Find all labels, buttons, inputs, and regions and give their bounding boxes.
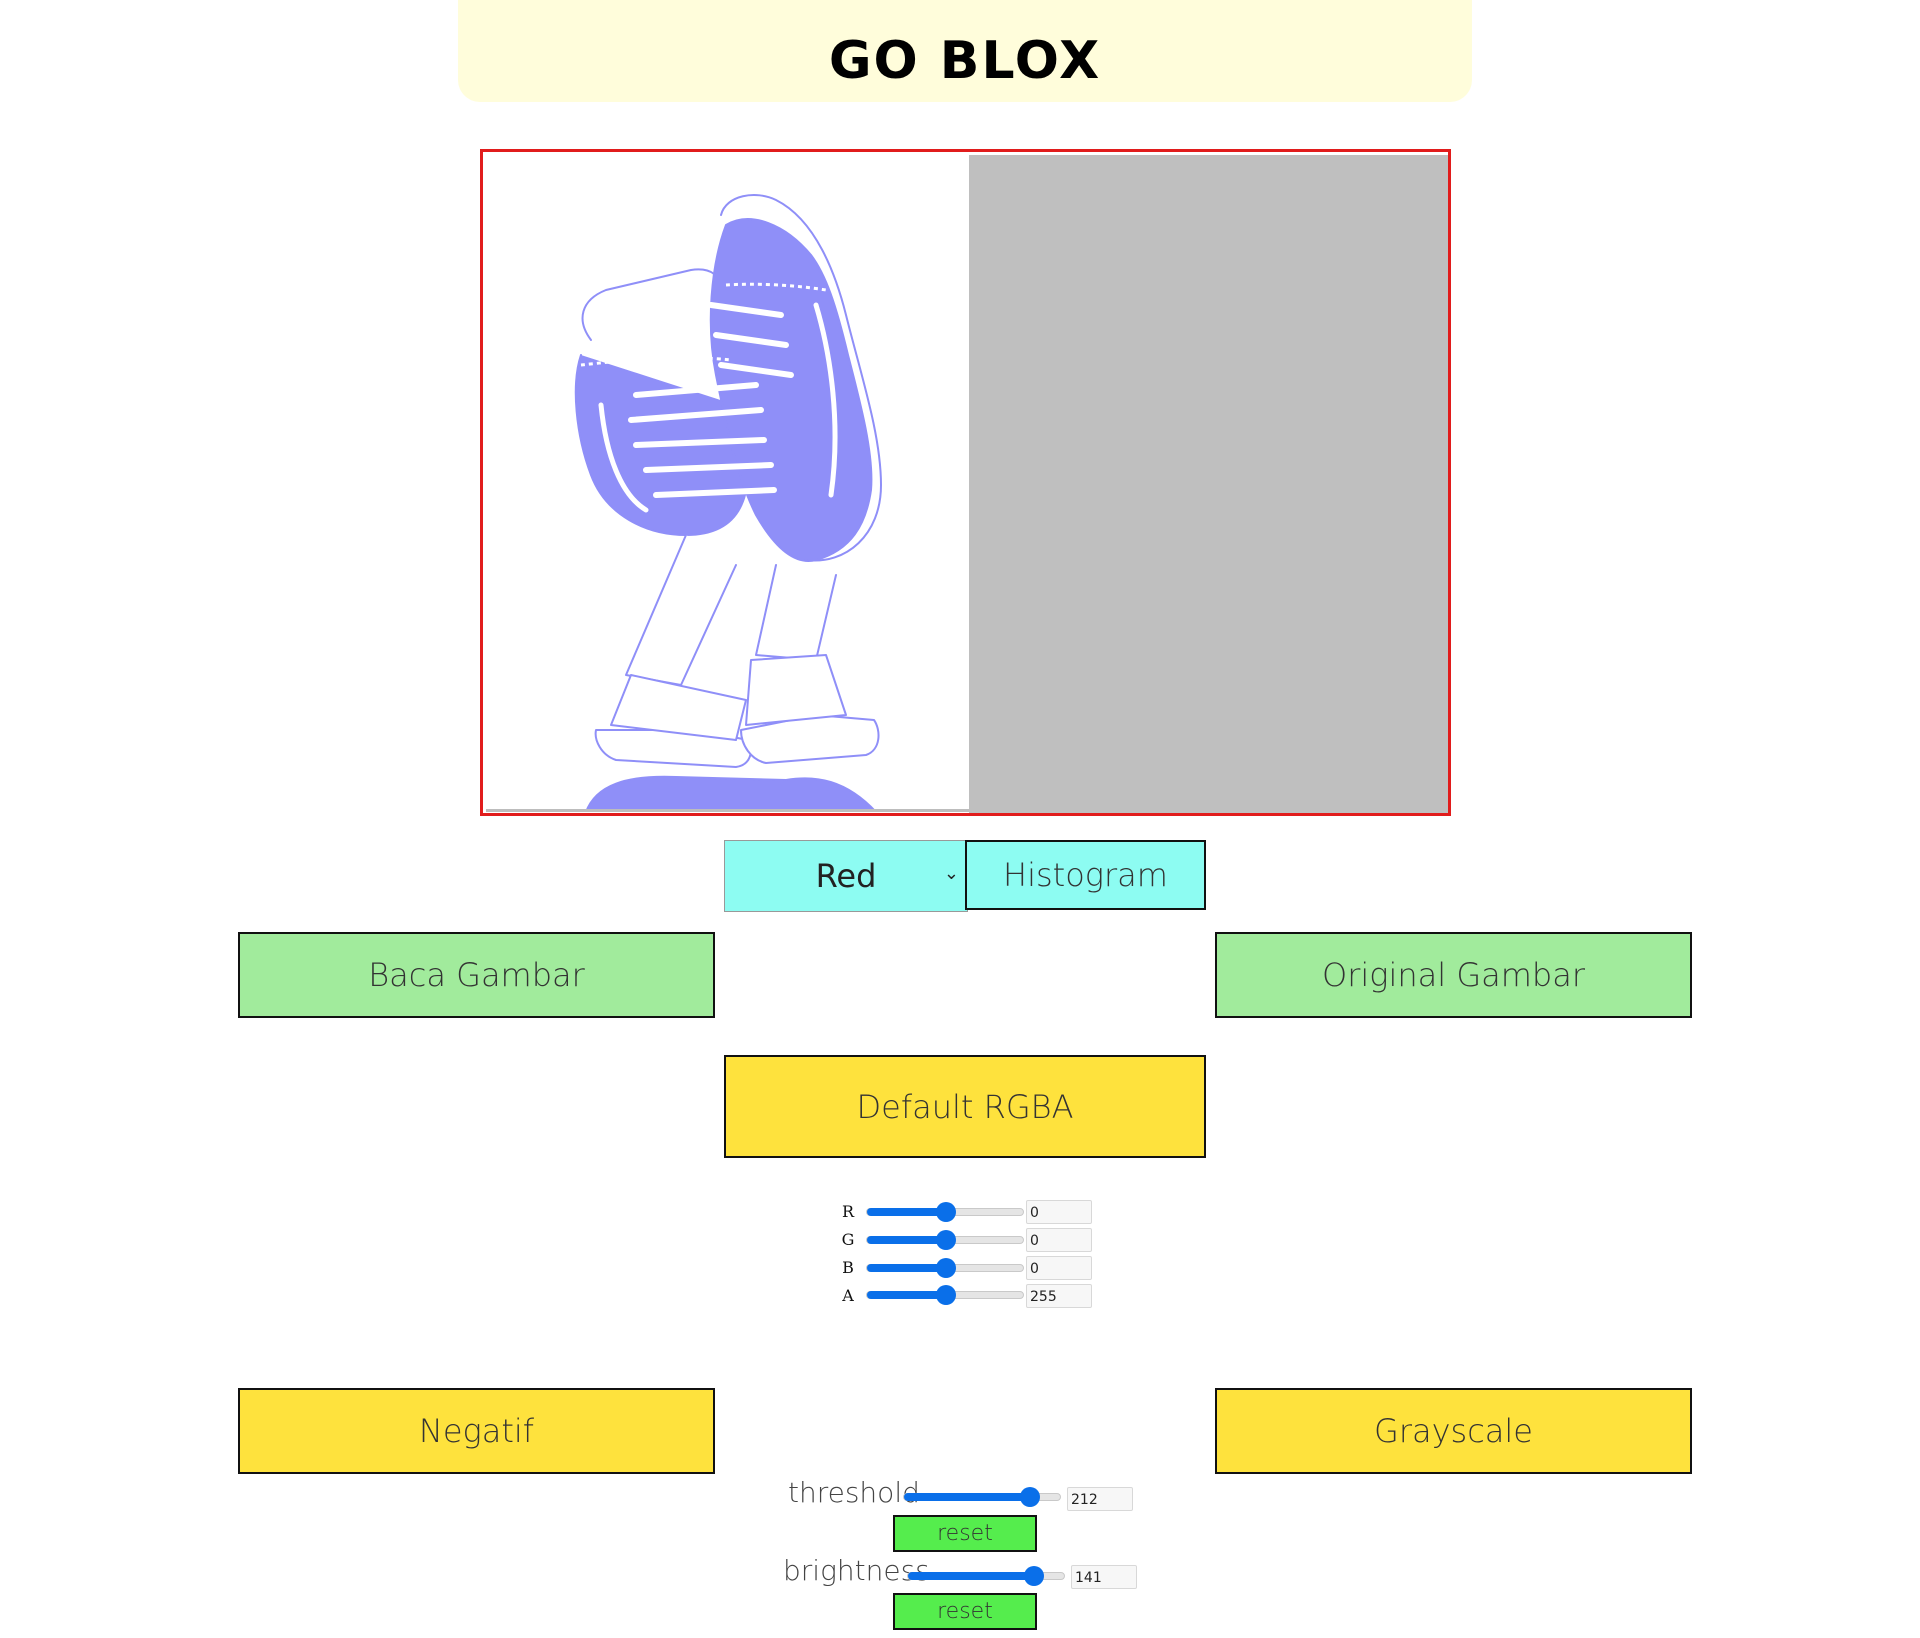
threshold-label: threshold (788, 1476, 920, 1509)
threshold-slider-fill (904, 1493, 1031, 1501)
brightness-value-input[interactable]: 141 (1071, 1565, 1137, 1589)
g-label: G (841, 1230, 855, 1249)
negatif-button[interactable]: Negatif (238, 1388, 715, 1474)
a-value-input[interactable]: 255 (1026, 1284, 1092, 1308)
rgba-slider-group: R 0 G 0 B 0 A 255 (838, 1196, 1098, 1308)
r-label: R (841, 1202, 855, 1221)
a-label: A (842, 1286, 854, 1305)
g-slider[interactable] (866, 1230, 1024, 1250)
original-image-canvas (486, 155, 969, 812)
threshold-slider[interactable] (903, 1487, 1061, 1507)
page-title: GO BLOX (828, 31, 1102, 91)
canvas-divider (486, 809, 969, 812)
threshold-slider-thumb[interactable] (1020, 1487, 1041, 1507)
g-slider-thumb[interactable] (936, 1230, 956, 1250)
shoes-illustration (574, 194, 882, 812)
a-slider[interactable] (866, 1285, 1024, 1305)
brightness-slider[interactable] (907, 1566, 1065, 1586)
brightness-label: brightness (783, 1554, 930, 1587)
channel-select-value: Red (815, 857, 877, 895)
r-value-input[interactable]: 0 (1026, 1200, 1092, 1224)
canvas-container (480, 149, 1451, 816)
channel-select[interactable]: Red ⌄ (724, 840, 968, 912)
header-banner: GO BLOX (458, 0, 1472, 102)
g-value-input[interactable]: 0 (1026, 1228, 1092, 1252)
original-gambar-button[interactable]: Original Gambar (1215, 932, 1692, 1018)
default-rgba-button[interactable]: Default RGBA (724, 1055, 1206, 1158)
b-slider-thumb[interactable] (936, 1258, 956, 1278)
result-image-canvas (969, 155, 1448, 813)
grayscale-button[interactable]: Grayscale (1215, 1388, 1692, 1474)
baca-gambar-button[interactable]: Baca Gambar (238, 932, 715, 1018)
b-value-input[interactable]: 0 (1026, 1256, 1092, 1280)
chevron-down-icon: ⌄ (943, 863, 959, 884)
r-slider-thumb[interactable] (936, 1202, 956, 1222)
threshold-reset-button[interactable]: reset (893, 1515, 1037, 1552)
b-slider[interactable] (866, 1258, 1024, 1278)
a-slider-thumb[interactable] (936, 1285, 956, 1305)
brightness-slider-thumb[interactable] (1024, 1566, 1045, 1586)
r-slider-fill (867, 1208, 946, 1216)
b-label: B (842, 1258, 854, 1277)
histogram-button[interactable]: Histogram (965, 840, 1206, 910)
g-slider-fill (867, 1236, 946, 1244)
threshold-value-input[interactable]: 212 (1067, 1487, 1133, 1511)
a-slider-fill (867, 1291, 946, 1299)
b-slider-fill (867, 1264, 946, 1272)
r-slider[interactable] (866, 1202, 1024, 1222)
brightness-reset-button[interactable]: reset (893, 1593, 1037, 1630)
brightness-slider-fill (908, 1572, 1035, 1580)
